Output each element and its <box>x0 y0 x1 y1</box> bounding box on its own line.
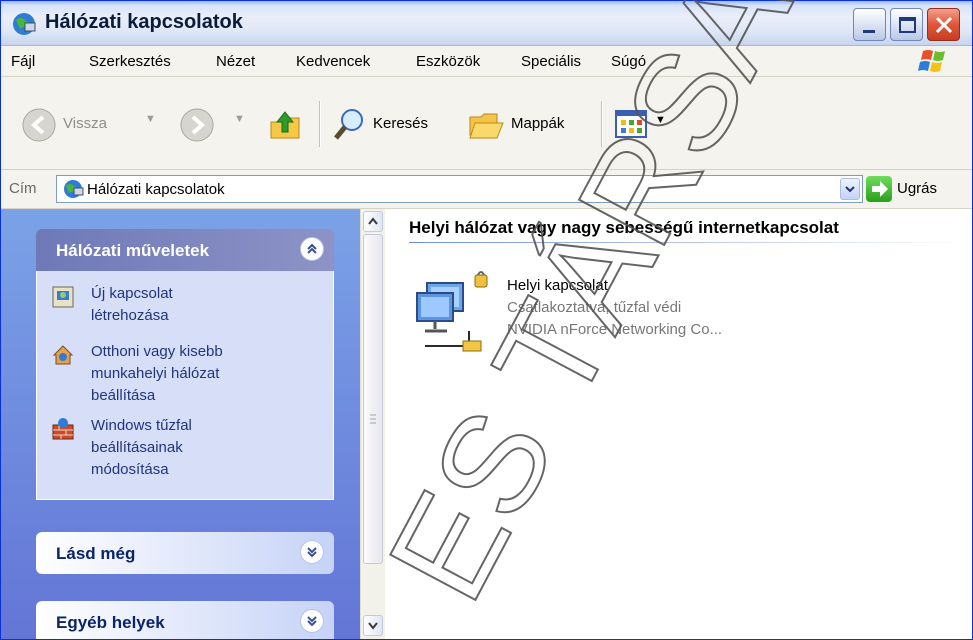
grip-icon <box>370 414 376 424</box>
views-dropdown-icon[interactable]: ▼ <box>655 114 666 126</box>
menu-bar: Fájl Szerkesztés Nézet Kedvencek Eszközö… <box>1 46 972 77</box>
network-tasks-title: Hálózati műveletek <box>56 241 210 260</box>
back-button[interactable]: Vissza ▼ <box>21 107 161 142</box>
collapse-button[interactable] <box>300 237 324 261</box>
see-also-title: Lásd még <box>56 544 136 563</box>
connection-item[interactable]: Helyi kapcsolat Csatlakoztatva, tűzfal v… <box>385 209 972 359</box>
connection-name: Helyi kapcsolat <box>507 277 608 294</box>
chevron-down-icon <box>368 622 378 630</box>
toolbar-separator <box>601 101 602 147</box>
views-icon <box>615 110 647 138</box>
network-globe-icon <box>64 180 84 198</box>
firewall-icon <box>52 418 74 440</box>
task-new-connection[interactable]: Új kapcsolat létrehozása <box>91 283 173 327</box>
address-dropdown-button[interactable] <box>840 178 860 200</box>
network-tasks-panel: Hálózati műveletek Új kapcsolat létrehoz… <box>36 229 334 500</box>
expand-button[interactable] <box>300 540 324 564</box>
go-arrow-icon <box>872 181 888 197</box>
new-connection-icon <box>52 286 74 308</box>
address-field[interactable]: Hálózati kapcsolatok <box>56 175 863 203</box>
other-places-panel: Egyéb helyek <box>36 601 334 639</box>
connection-status: Csatlakoztatva, tűzfal védi <box>507 299 682 316</box>
chevron-down-double-icon <box>307 547 317 558</box>
file-view: Helyi hálózat vagy nagy sebességű intern… <box>385 209 972 639</box>
toolbar-separator <box>319 101 320 147</box>
windows-logo-icon <box>918 50 945 72</box>
back-label: Vissza <box>63 115 107 132</box>
search-button[interactable]: Keresés <box>331 107 451 141</box>
address-label: Cím <box>9 180 37 197</box>
forward-arrow-icon <box>180 108 214 142</box>
chevron-down-double-icon <box>307 616 317 627</box>
search-icon <box>334 109 363 140</box>
task-pane: Hálózati műveletek Új kapcsolat létrehoz… <box>1 209 360 639</box>
chevron-down-icon <box>845 186 855 193</box>
address-value: Hálózati kapcsolatok <box>87 181 225 198</box>
minimize-icon <box>863 30 875 33</box>
minimize-button[interactable] <box>853 8 886 41</box>
title-bar[interactable]: Hálózati kapcsolatok <box>1 1 972 46</box>
maximize-icon <box>899 17 916 33</box>
up-folder-icon[interactable] <box>267 106 303 142</box>
explorer-window: Hálózati kapcsolatok Fájl Szerkesztés Né… <box>0 0 973 640</box>
task-home-network-setup[interactable]: Otthoni vagy kisebb munkahelyi hálózat b… <box>91 341 223 407</box>
scroll-up-button[interactable] <box>363 211 383 232</box>
menu-advanced[interactable]: Speciális <box>521 53 581 70</box>
see-also-panel: Lásd még <box>36 532 334 574</box>
go-label[interactable]: Ugrás <box>897 180 937 197</box>
folders-button[interactable]: Mappák <box>467 107 587 141</box>
menu-edit[interactable]: Szerkesztés <box>89 53 171 70</box>
back-arrow-icon <box>22 108 56 142</box>
chevron-up-double-icon <box>307 243 317 254</box>
address-bar: Cím Hálózati kapcsolatok Ugrás <box>1 170 972 209</box>
maximize-button[interactable] <box>890 8 923 41</box>
views-button[interactable]: ▼ <box>613 107 673 141</box>
scroll-thumb[interactable] <box>363 234 383 564</box>
close-button[interactable] <box>927 8 960 41</box>
standard-toolbar: Vissza ▼ ▼ Keresés Mappák ▼ <box>1 77 972 170</box>
network-globe-icon <box>13 13 36 35</box>
see-also-header[interactable]: Lásd még <box>36 532 334 574</box>
task-pane-scrollbar[interactable] <box>360 209 385 639</box>
connection-device: NVIDIA nForce Networking Co... <box>507 321 723 338</box>
home-network-icon <box>52 345 74 365</box>
go-button[interactable] <box>866 176 892 202</box>
menu-help[interactable]: Súgó <box>611 53 646 70</box>
other-places-header[interactable]: Egyéb helyek <box>36 601 334 639</box>
folders-icon <box>469 113 504 139</box>
close-icon <box>935 16 953 34</box>
search-label: Keresés <box>373 115 429 132</box>
chevron-up-icon <box>368 217 378 225</box>
network-tasks-header[interactable]: Hálózati műveletek <box>36 229 334 271</box>
menu-file[interactable]: Fájl <box>11 53 35 70</box>
window-title: Hálózati kapcsolatok <box>45 11 243 33</box>
network-tasks-body: Új kapcsolat létrehozása Otthoni vagy ki… <box>36 271 334 500</box>
forward-button[interactable]: ▼ <box>179 107 249 142</box>
menu-favorites[interactable]: Kedvencek <box>296 53 370 70</box>
scroll-down-button[interactable] <box>363 615 383 636</box>
forward-dropdown-icon[interactable]: ▼ <box>234 113 245 125</box>
folders-label: Mappák <box>511 115 565 132</box>
back-dropdown-icon[interactable]: ▼ <box>145 113 156 125</box>
lan-connection-icon <box>416 271 488 352</box>
menu-view[interactable]: Nézet <box>216 53 255 70</box>
expand-button[interactable] <box>300 609 324 633</box>
menu-tools[interactable]: Eszközök <box>416 53 480 70</box>
task-firewall-settings[interactable]: Windows tűzfal beállításainak módosítása <box>91 415 192 481</box>
other-places-title: Egyéb helyek <box>56 613 165 632</box>
